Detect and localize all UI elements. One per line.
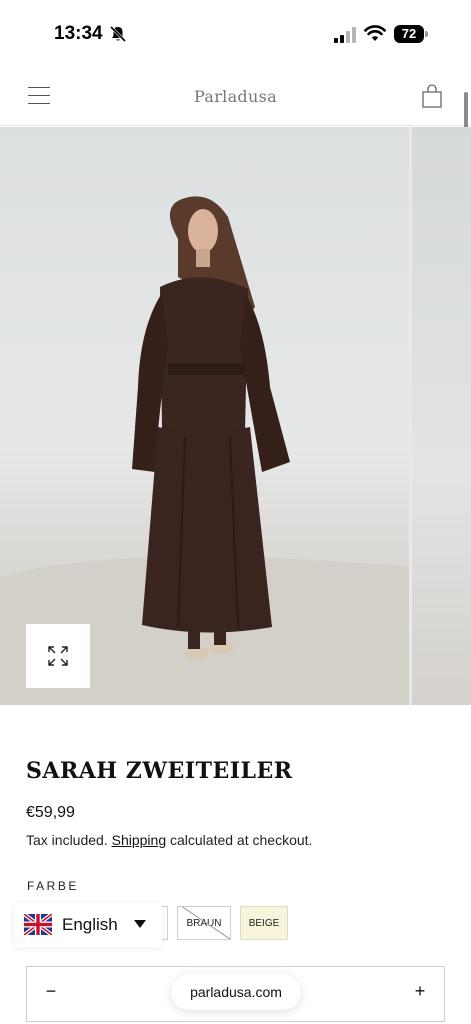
browser-url-bar[interactable]: parladusa.com <box>171 974 301 1010</box>
shipping-link[interactable]: Shipping <box>112 832 167 848</box>
battery-icon: 72 <box>394 25 428 43</box>
cellular-signal-icon <box>334 27 356 43</box>
tax-suffix: calculated at checkout. <box>170 832 313 848</box>
product-gallery[interactable] <box>0 127 471 705</box>
product-title: SARAH ZWEITEILER <box>26 758 293 784</box>
tax-note: Tax included. Shipping calculated at che… <box>26 832 312 848</box>
color-label: FARBE <box>27 879 79 893</box>
product-image-main[interactable] <box>0 127 409 705</box>
wifi-icon <box>364 25 386 41</box>
swatch-beige-label: BEIGE <box>248 917 280 929</box>
language-label: English <box>62 915 118 934</box>
zoom-button[interactable] <box>26 624 90 688</box>
quantity-increase-button[interactable]: + <box>408 981 432 1005</box>
bell-off-icon <box>109 25 127 43</box>
swatch-braun-label: BRAUN <box>186 917 222 929</box>
language-selector[interactable]: English <box>14 903 162 947</box>
status-bar: 13:34 72 <box>0 0 471 68</box>
site-header: Parladusa <box>0 68 471 126</box>
shopping-bag-icon[interactable] <box>421 83 443 109</box>
swatch-braun[interactable]: BRAUN <box>177 906 231 940</box>
uk-flag-icon <box>24 914 52 935</box>
brand-logo[interactable]: Parladusa <box>0 87 471 106</box>
product-price: €59,99 <box>26 804 75 821</box>
product-image-next[interactable] <box>412 127 471 705</box>
battery-level: 72 <box>401 26 417 41</box>
expand-icon <box>48 646 68 666</box>
tax-prefix: Tax included. <box>26 832 108 848</box>
status-time: 13:34 <box>54 23 103 44</box>
swatch-beige[interactable]: BEIGE <box>240 906 288 940</box>
model-photo <box>0 196 409 705</box>
quantity-decrease-button[interactable]: − <box>39 981 63 1005</box>
caret-down-icon <box>134 920 146 928</box>
